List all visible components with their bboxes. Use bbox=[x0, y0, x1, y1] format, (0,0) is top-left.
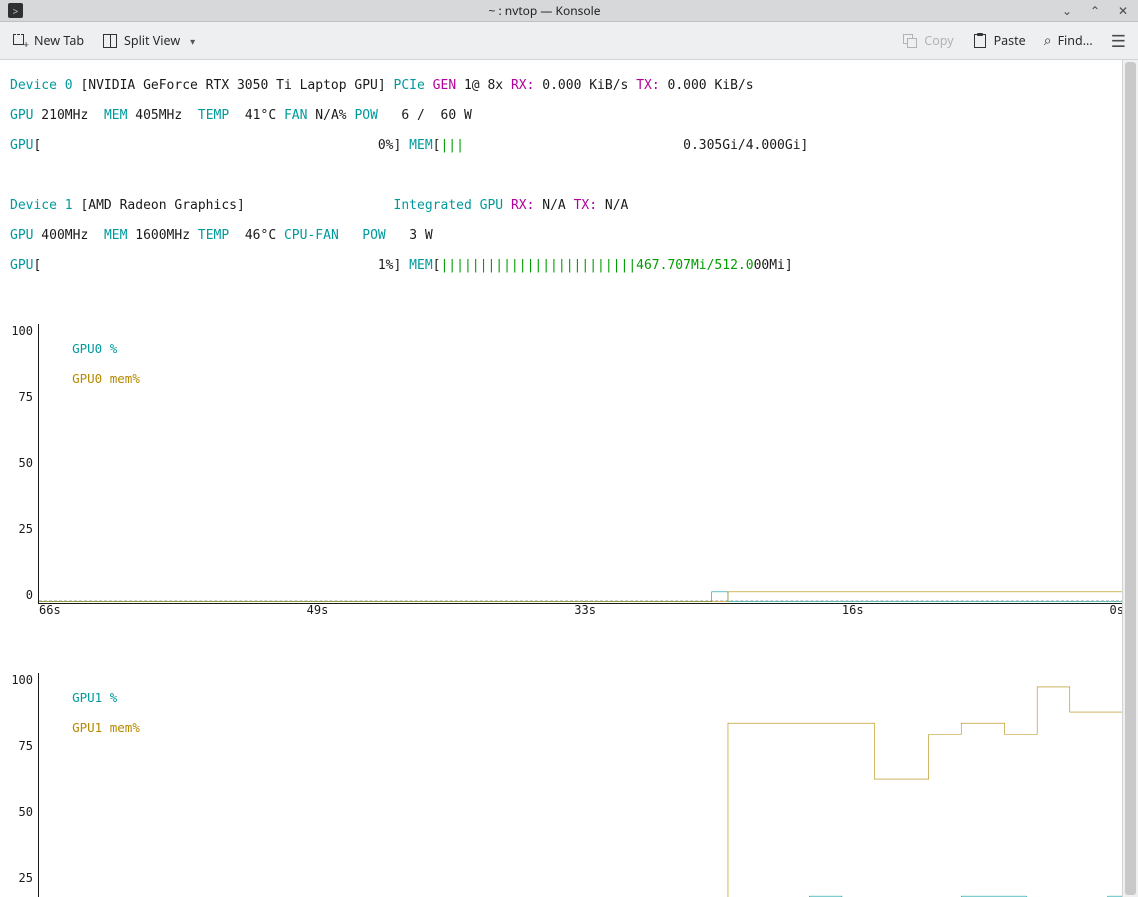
close-icon[interactable]: ✕ bbox=[1116, 2, 1130, 19]
find-label: Find... bbox=[1058, 32, 1093, 49]
paste-button[interactable]: Paste bbox=[972, 32, 1026, 49]
new-tab-button[interactable]: New Tab bbox=[12, 32, 84, 49]
search-icon: ⌕ bbox=[1044, 31, 1052, 50]
minimize-icon[interactable]: ⌄ bbox=[1060, 2, 1074, 19]
paste-label: Paste bbox=[994, 32, 1026, 49]
gpu0-yaxis: 1007550250 bbox=[9, 324, 33, 603]
window-title: ~ : nvtop — Konsole bbox=[29, 2, 1060, 19]
gpu0-xaxis: 66s49s33s16s0s bbox=[39, 603, 1124, 618]
terminal-output[interactable]: Device 0 [NVIDIA GeForce RTX 3050 Ti Lap… bbox=[0, 60, 1138, 897]
split-view-icon bbox=[102, 33, 118, 49]
maximize-icon[interactable]: ⌃ bbox=[1088, 2, 1102, 19]
konsole-app-icon: > bbox=[8, 3, 23, 18]
toolbar: New Tab Split View ▾ Copy Paste ⌕ Find..… bbox=[0, 22, 1138, 60]
new-tab-icon bbox=[12, 33, 28, 49]
split-view-label: Split View bbox=[124, 32, 180, 49]
copy-label: Copy bbox=[924, 32, 953, 49]
copy-icon bbox=[902, 33, 918, 49]
gpu0-chart: 1007550250 GPU0 % GPU0 mem% 66s49s33s16s… bbox=[38, 324, 1124, 604]
gpu1-chart: 1007550250 GPU1 % GPU1 mem% 66s49s33s16s… bbox=[38, 673, 1124, 897]
split-view-button[interactable]: Split View ▾ bbox=[102, 32, 195, 49]
chevron-down-icon: ▾ bbox=[190, 34, 195, 48]
paste-icon bbox=[972, 33, 988, 49]
new-tab-label: New Tab bbox=[34, 32, 84, 49]
hamburger-menu-icon[interactable]: ☰ bbox=[1111, 29, 1126, 52]
find-button[interactable]: ⌕ Find... bbox=[1044, 31, 1093, 50]
copy-button[interactable]: Copy bbox=[902, 32, 953, 49]
window-titlebar: > ~ : nvtop — Konsole ⌄ ⌃ ✕ bbox=[0, 0, 1138, 22]
gpu0-plot bbox=[39, 324, 1124, 603]
terminal-scrollbar[interactable] bbox=[1122, 60, 1138, 897]
gpu1-yaxis: 1007550250 bbox=[9, 673, 33, 897]
gpu1-plot bbox=[39, 673, 1124, 897]
